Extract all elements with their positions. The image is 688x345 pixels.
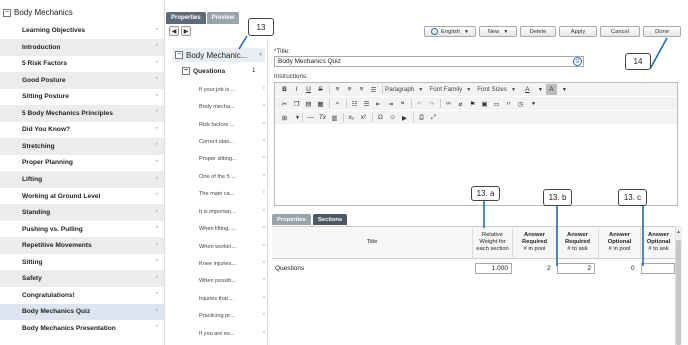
callout-line-14	[649, 37, 668, 70]
callout-13: 13	[248, 18, 274, 36]
callout-lines	[238, 35, 668, 266]
callout-13b: 13. b	[543, 189, 572, 206]
callout-14: 14	[625, 53, 651, 70]
callout-13a: 13. a	[471, 186, 500, 201]
callout-line-13	[238, 35, 248, 50]
callout-13c: 13. c	[618, 189, 647, 206]
